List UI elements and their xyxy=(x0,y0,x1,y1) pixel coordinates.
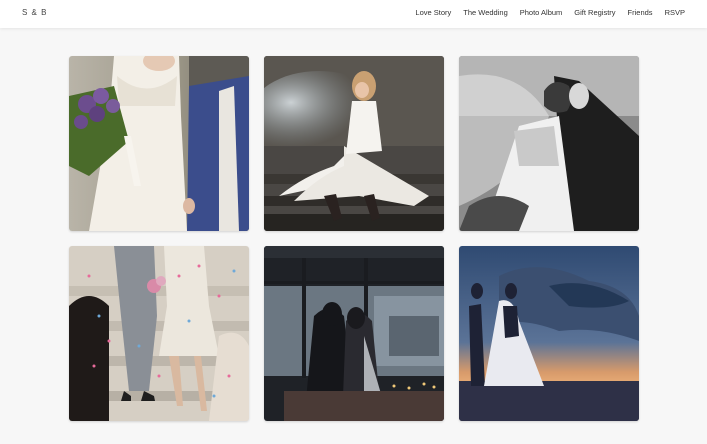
top-navbar: S & B Love Story The Wedding Photo Album… xyxy=(0,0,707,28)
nav-rsvp[interactable]: RSVP xyxy=(665,8,685,17)
nav-photo-album[interactable]: Photo Album xyxy=(520,8,563,17)
site-logo[interactable]: S & B xyxy=(22,8,47,17)
nav-gift-registry[interactable]: Gift Registry xyxy=(574,8,615,17)
gallery-photo-sunset[interactable] xyxy=(459,246,639,421)
couple-confetti-steps-photo xyxy=(69,246,249,421)
nav-love-story[interactable]: Love Story xyxy=(415,8,451,17)
gallery-photo-bouquet[interactable] xyxy=(69,56,249,231)
gallery-photo-steps[interactable] xyxy=(264,56,444,231)
couple-window-silhouette-photo xyxy=(264,246,444,421)
couple-sunset-silhouette-photo xyxy=(459,246,639,421)
bride-sitting-steps-photo xyxy=(264,56,444,231)
photo-gallery xyxy=(69,56,639,421)
main-nav: Love Story The Wedding Photo Album Gift … xyxy=(415,8,685,17)
nav-the-wedding[interactable]: The Wedding xyxy=(463,8,507,17)
gallery-photo-kiss[interactable] xyxy=(459,56,639,231)
couple-kiss-bw-photo xyxy=(459,56,639,231)
nav-friends[interactable]: Friends xyxy=(628,8,653,17)
gallery-photo-confetti[interactable] xyxy=(69,246,249,421)
gallery-photo-window[interactable] xyxy=(264,246,444,421)
bride-groom-bouquet-photo xyxy=(69,56,249,231)
